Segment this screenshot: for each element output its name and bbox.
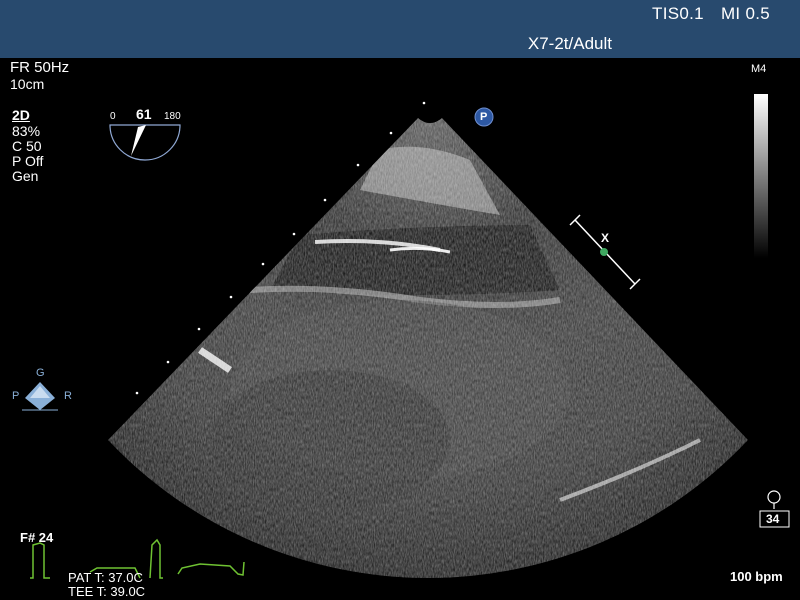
resp-count: 34 [766, 512, 780, 526]
angle-min: 0 [110, 111, 116, 122]
angle-max: 180 [164, 111, 181, 122]
grayscale-map-bar [754, 94, 768, 258]
ultrasound-sector [108, 118, 748, 579]
orientation-right-label: R [64, 390, 72, 402]
ultrasound-viewport [22, 94, 790, 579]
patient-temp: PAT T: 37.0C [68, 570, 143, 585]
header-bar: TIS0.1 MI 0.5 X7-2t/Adult [0, 0, 800, 58]
orientation-left-label: P [12, 390, 20, 402]
preset: Gen [12, 168, 39, 184]
orientation-marker-icon [22, 382, 58, 411]
orientation-top-label: G [36, 367, 45, 379]
compress: C 50 [12, 138, 42, 154]
probe-preset: X7-2t/Adult [527, 34, 612, 53]
respiration-icon [767, 490, 781, 509]
map-label: M4 [751, 63, 767, 75]
angle-indicator [109, 124, 181, 161]
mi-value: MI 0.5 [720, 4, 770, 23]
gain: 83% [12, 123, 41, 139]
tee-temp: TEE T: 39.0C [68, 584, 146, 599]
focus-marker-label: X [601, 231, 610, 245]
depth: 10cm [10, 76, 45, 92]
frame-number: F# 24 [20, 530, 54, 545]
tis-value: TIS0.1 [652, 4, 704, 23]
persistence: P Off [12, 153, 44, 169]
acoustic-output: TIS0.1 MI 0.5 [640, 4, 770, 24]
angle-value: 61 [136, 106, 152, 122]
frame-rate: FR 50Hz [10, 59, 70, 76]
p-badge-label: P [480, 111, 488, 123]
mode-label[interactable]: 2D [12, 108, 30, 123]
heart-rate: 100 bpm [730, 569, 783, 584]
